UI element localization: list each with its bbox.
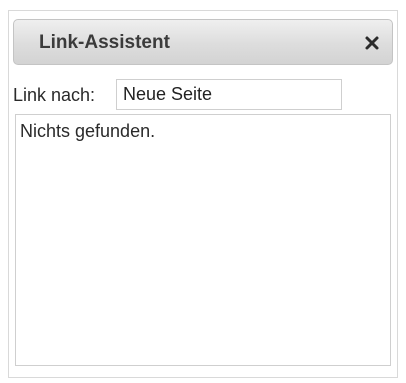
no-results-message: Nichts gefunden. (20, 121, 156, 141)
dialog-titlebar[interactable]: Link-Assistent (13, 19, 393, 65)
close-icon[interactable] (362, 33, 382, 53)
link-wizard-dialog: Link-Assistent Link nach: Nichts gefunde… (8, 10, 398, 378)
results-list[interactable]: Nichts gefunden. (15, 114, 391, 366)
link-target-label: Link nach: (13, 85, 96, 105)
dialog-title: Link-Assistent (39, 32, 170, 53)
link-target-row: Link nach: (13, 79, 353, 111)
link-target-input[interactable] (116, 79, 342, 110)
